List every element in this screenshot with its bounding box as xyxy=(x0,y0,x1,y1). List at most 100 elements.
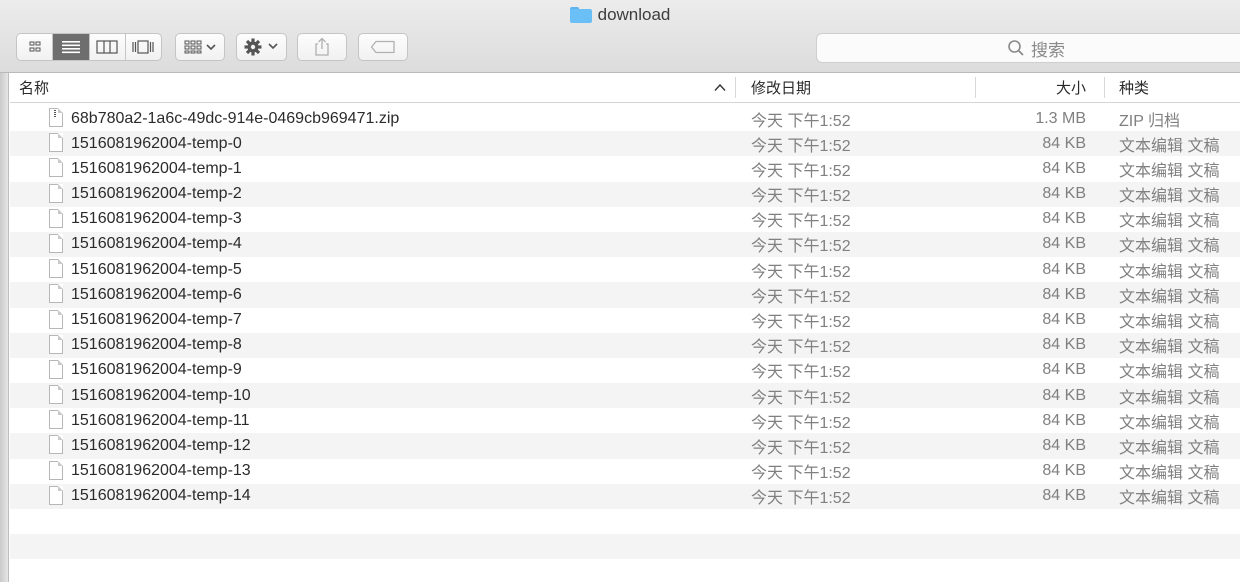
file-row[interactable]: 1516081962004-temp-7 今天 下午1:52 84 KB 文本编… xyxy=(10,308,1240,333)
file-row[interactable]: 1516081962004-temp-0 今天 下午1:52 84 KB 文本编… xyxy=(10,131,1240,157)
column-divider[interactable] xyxy=(1104,77,1105,98)
file-kind: 文本编辑 文稿 xyxy=(1119,288,1220,306)
document-icon xyxy=(49,158,63,178)
column-header: 名称 修改日期 大小 种类 xyxy=(10,73,1240,103)
file-row[interactable]: 1516081962004-temp-3 今天 下午1:52 84 KB 文本编… xyxy=(10,207,1240,232)
file-row[interactable]: 1516081962004-temp-6 今天 下午1:52 84 KB 文本编… xyxy=(10,282,1240,308)
column-divider[interactable] xyxy=(975,77,976,98)
file-name: 1516081962004-temp-9 xyxy=(71,361,242,379)
column-view-button[interactable] xyxy=(90,34,126,60)
empty-row xyxy=(10,534,1240,560)
file-name: 1516081962004-temp-14 xyxy=(71,487,251,505)
list-view-button[interactable] xyxy=(53,34,90,60)
file-row[interactable]: 1516081962004-temp-8 今天 下午1:52 84 KB 文本编… xyxy=(10,332,1240,358)
file-kind: ZIP 归档 xyxy=(1119,112,1181,130)
file-size: 84 KB xyxy=(1042,487,1086,505)
file-date: 今天 下午1:52 xyxy=(751,439,851,457)
file-name: 1516081962004-temp-1 xyxy=(71,159,242,177)
file-kind: 文本编辑 文稿 xyxy=(1119,439,1220,457)
gear-icon xyxy=(244,38,278,56)
group-by-button[interactable] xyxy=(175,33,225,61)
file-name: 1516081962004-temp-11 xyxy=(71,411,250,429)
file-size: 1.3 MB xyxy=(1035,109,1086,127)
file-name: 1516081962004-temp-0 xyxy=(71,134,242,152)
empty-row xyxy=(10,509,1240,534)
window-title-label: download xyxy=(597,5,671,24)
icon-view-button[interactable] xyxy=(17,34,54,60)
action-menu-button[interactable] xyxy=(236,33,287,61)
column-view-icon xyxy=(96,40,118,54)
file-date: 今天 下午1:52 xyxy=(751,263,851,281)
column-divider[interactable] xyxy=(735,77,736,98)
sidebar-edge xyxy=(0,73,9,582)
document-icon xyxy=(49,460,63,480)
icon-view-icon xyxy=(29,41,41,52)
file-kind: 文本编辑 文稿 xyxy=(1119,414,1220,432)
zip-file-icon xyxy=(49,108,63,127)
file-date: 今天 下午1:52 xyxy=(751,213,851,231)
file-row[interactable]: 1516081962004-temp-13 今天 下午1:52 84 KB 文本… xyxy=(10,459,1240,484)
document-icon xyxy=(49,359,63,379)
file-row[interactable]: 1516081962004-temp-11 今天 下午1:52 84 KB 文本… xyxy=(10,408,1240,433)
file-size: 84 KB xyxy=(1042,361,1086,379)
file-name: 1516081962004-temp-10 xyxy=(71,386,251,404)
file-size: 84 KB xyxy=(1042,436,1086,454)
column-name-header[interactable]: 名称 xyxy=(19,73,49,102)
file-kind: 文本编辑 文稿 xyxy=(1119,490,1220,508)
document-icon xyxy=(49,334,63,354)
file-size: 84 KB xyxy=(1042,336,1086,354)
file-kind: 文本编辑 文稿 xyxy=(1119,364,1220,382)
file-date: 今天 下午1:52 xyxy=(751,314,851,331)
arrange-icon xyxy=(184,40,216,54)
file-kind: 文本编辑 文稿 xyxy=(1119,339,1220,357)
sort-ascending-icon xyxy=(714,83,726,92)
toolbar: download 搜索 xyxy=(0,0,1240,73)
file-kind: 文本编辑 文稿 xyxy=(1119,465,1220,483)
file-row[interactable]: 68b780a2-1a6c-49dc-914e-0469cb969471.zip… xyxy=(10,106,1240,131)
file-size: 84 KB xyxy=(1042,311,1086,328)
file-kind: 文本编辑 文稿 xyxy=(1119,162,1220,180)
file-kind: 文本编辑 文稿 xyxy=(1119,137,1220,155)
file-kind: 文本编辑 文稿 xyxy=(1119,238,1220,256)
file-row[interactable]: 1516081962004-temp-14 今天 下午1:52 84 KB 文本… xyxy=(10,483,1240,509)
file-row[interactable]: 1516081962004-temp-4 今天 下午1:52 84 KB 文本编… xyxy=(10,231,1240,258)
column-date-header[interactable]: 修改日期 xyxy=(751,73,811,102)
tags-button[interactable] xyxy=(358,33,408,61)
column-size-label: 大小 xyxy=(1055,80,1086,97)
file-row[interactable]: 1516081962004-temp-12 今天 下午1:52 84 KB 文本… xyxy=(10,433,1240,459)
document-icon xyxy=(49,410,63,430)
file-date: 今天 下午1:52 xyxy=(751,339,851,357)
file-row[interactable]: 1516081962004-temp-1 今天 下午1:52 84 KB 文本编… xyxy=(10,156,1240,181)
zipper-icon xyxy=(54,110,56,117)
file-row[interactable]: 1516081962004-temp-2 今天 下午1:52 84 KB 文本编… xyxy=(10,181,1240,207)
file-name: 1516081962004-temp-3 xyxy=(71,210,242,228)
file-size: 84 KB xyxy=(1042,462,1086,480)
column-kind-header[interactable]: 种类 xyxy=(1119,73,1149,102)
file-size: 84 KB xyxy=(1042,386,1086,404)
file-row[interactable]: 1516081962004-temp-5 今天 下午1:52 84 KB 文本编… xyxy=(10,257,1240,282)
file-date: 今天 下午1:52 xyxy=(751,162,851,180)
file-kind: 文本编辑 文稿 xyxy=(1119,213,1220,231)
column-size-header[interactable]: 大小 xyxy=(1056,73,1086,102)
file-row[interactable]: 1516081962004-temp-10 今天 下午1:52 84 KB 文本… xyxy=(10,383,1240,409)
file-size: 84 KB xyxy=(1042,235,1086,253)
document-icon xyxy=(49,133,63,153)
file-row[interactable]: 1516081962004-temp-9 今天 下午1:52 84 KB 文本编… xyxy=(10,358,1240,383)
cover-flow-button[interactable] xyxy=(126,34,161,60)
column-date-label: 修改日期 xyxy=(751,80,812,97)
file-size: 84 KB xyxy=(1042,134,1086,152)
file-name: 1516081962004-temp-8 xyxy=(71,336,242,354)
search-placeholder: 搜索 xyxy=(1031,40,1065,60)
file-date: 今天 下午1:52 xyxy=(751,364,851,382)
search-field[interactable]: 搜索 xyxy=(816,33,1240,63)
file-kind: 文本编辑 文稿 xyxy=(1119,314,1220,331)
file-size: 84 KB xyxy=(1042,159,1086,177)
file-size: 84 KB xyxy=(1042,285,1086,303)
document-icon xyxy=(49,259,63,279)
folder-icon xyxy=(569,7,592,23)
file-date: 今天 下午1:52 xyxy=(751,288,851,306)
window-title: download xyxy=(0,4,1240,26)
file-date: 今天 下午1:52 xyxy=(751,137,851,155)
file-name: 1516081962004-temp-12 xyxy=(71,436,251,454)
share-button[interactable] xyxy=(297,33,347,61)
